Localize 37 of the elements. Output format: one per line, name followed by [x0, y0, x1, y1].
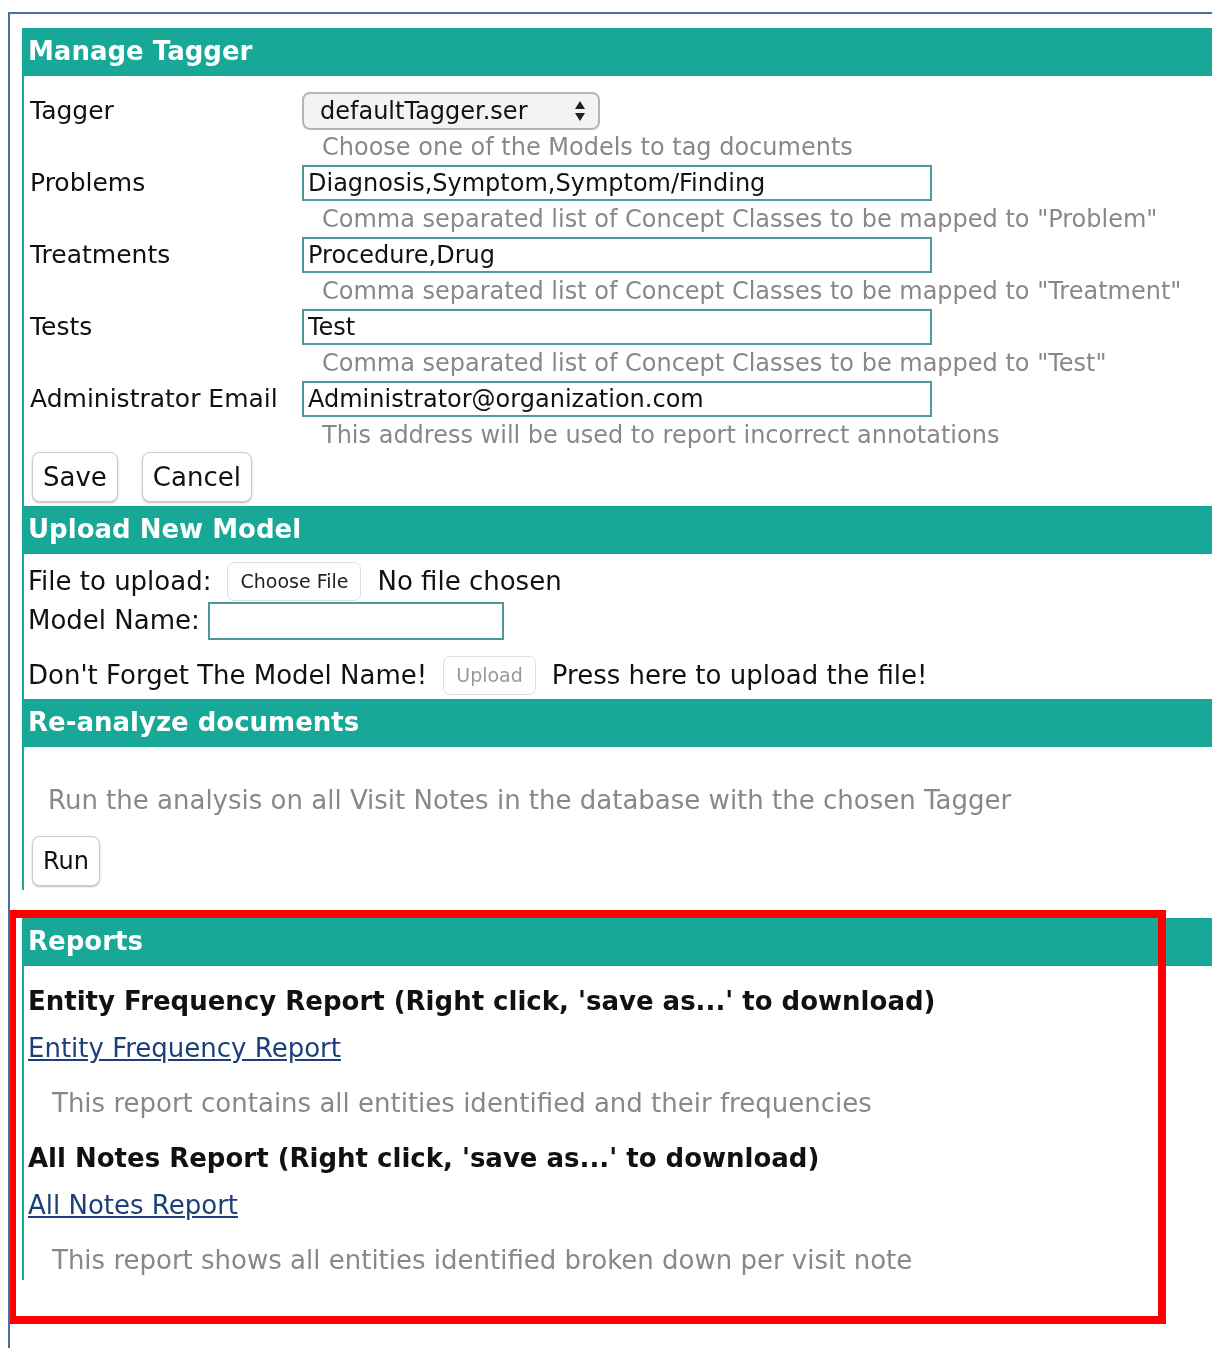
section-header: Manage Tagger: [24, 28, 1212, 76]
hint-text: Comma separated list of Concept Classes to be mapped to "Problem": [322, 204, 1159, 235]
field-label: Administrator Email: [29, 383, 279, 416]
form-button[interactable]: Save: [32, 452, 118, 502]
hint-text: Comma separated list of Concept Classes to be mapped to "Treatment": [322, 276, 1183, 307]
section-header: Reports: [24, 918, 1212, 966]
field-label: Tests: [29, 311, 94, 344]
section-header: Upload New Model: [24, 506, 1212, 554]
reminder-text: Don't Forget The Model Name!: [28, 659, 428, 692]
report-link[interactable]: Entity Frequency Report: [28, 1029, 341, 1068]
section-header: Re-analyze documents: [24, 699, 1212, 747]
report-heading: Entity Frequency Report (Right click, 'save as...' to download): [28, 985, 937, 1018]
tagger-select[interactable]: defaultTagger.ser: [302, 92, 600, 130]
field-label: Problems: [29, 167, 147, 200]
field-label: Treatments: [29, 239, 172, 272]
description-text: This report contains all entities identified and their frequencies: [51, 1087, 873, 1120]
hint-text: Comma separated list of Concept Classes to be mapped to "Test": [322, 348, 1108, 379]
report-heading: All Notes Report (Right click, 'save as...' to download): [28, 1142, 821, 1175]
choose-file-button[interactable]: Choose File: [227, 562, 362, 601]
input-field[interactable]: Procedure,Drug: [302, 237, 932, 273]
hint-text: Choose one of the Models to tag documents: [322, 132, 854, 163]
input-field[interactable]: Diagnosis,Symptom,Symptom/Finding: [302, 165, 932, 201]
model-name-field[interactable]: [207, 601, 504, 640]
run-button[interactable]: Run: [32, 836, 101, 886]
input-field[interactable]: Administrator@organization.com: [302, 381, 932, 417]
form-button[interactable]: Cancel: [141, 452, 252, 502]
description-text: Run the analysis on all Visit Notes in the database with the chosen Tagger: [47, 784, 1013, 817]
report-link[interactable]: All Notes Report: [28, 1186, 239, 1225]
field-label: Tagger: [29, 95, 115, 128]
hint-text: This address will be used to report incorrect annotations: [322, 420, 1001, 451]
sort-arrows-icon: [574, 100, 586, 122]
field-label: Model Name:: [28, 604, 200, 637]
input-field[interactable]: Test: [302, 309, 932, 345]
file-status: No file chosen: [377, 565, 562, 598]
description-text: This report shows all entities identified broken down per visit note: [51, 1244, 914, 1277]
upload-hint: Press here to upload the file!: [551, 659, 928, 692]
field-label: File to upload:: [28, 565, 212, 598]
